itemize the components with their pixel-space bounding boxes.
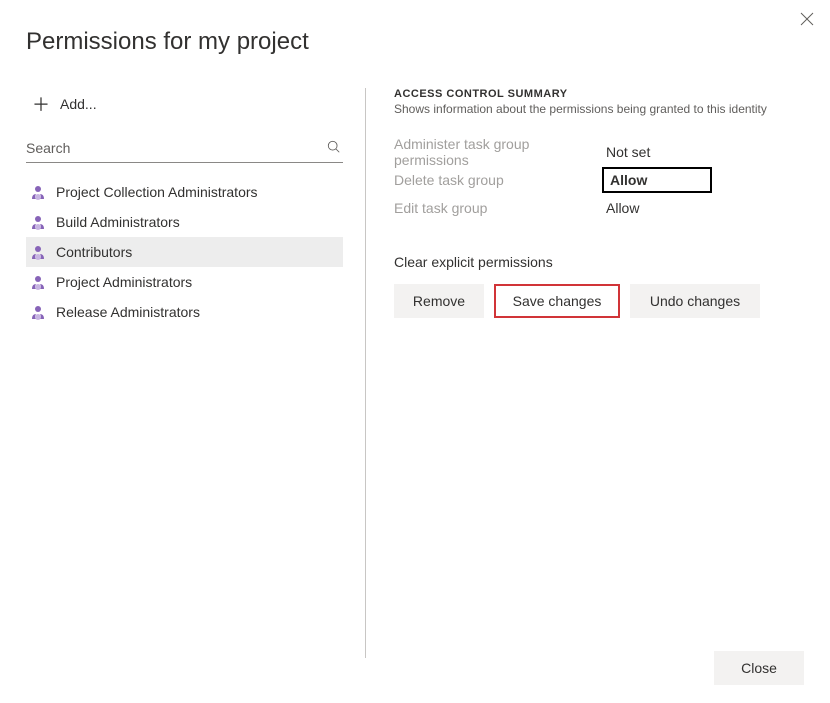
group-icon <box>30 304 46 320</box>
right-panel: ACCESS CONTROL SUMMARY Shows information… <box>366 88 830 658</box>
group-item-project-administrators[interactable]: Project Administrators <box>26 267 343 297</box>
group-item-build-administrators[interactable]: Build Administrators <box>26 207 343 237</box>
group-item-label: Release Administrators <box>56 304 200 320</box>
close-icon[interactable] <box>800 12 816 28</box>
search-field-wrap <box>26 136 343 163</box>
group-icon <box>30 244 46 260</box>
add-button-label: Add... <box>60 96 97 112</box>
group-icon <box>30 184 46 200</box>
remove-button[interactable]: Remove <box>394 284 484 318</box>
group-list: Project Collection Administrators Build … <box>26 177 343 327</box>
clear-explicit-permissions-label: Clear explicit permissions <box>394 254 802 270</box>
permission-label: Administer task group permissions <box>394 136 602 168</box>
permission-rows: Administer task group permissions Not se… <box>394 138 802 222</box>
add-button[interactable]: ＋ Add... <box>26 88 343 120</box>
access-control-summary-heading: ACCESS CONTROL SUMMARY <box>394 88 802 100</box>
group-item-contributors[interactable]: Contributors <box>26 237 343 267</box>
permission-value[interactable]: Not set <box>602 144 654 160</box>
group-icon <box>30 214 46 230</box>
group-item-project-collection-administrators[interactable]: Project Collection Administrators <box>26 177 343 207</box>
page-title: Permissions for my project <box>0 0 830 56</box>
permission-row-administer: Administer task group permissions Not se… <box>394 138 802 166</box>
group-item-release-administrators[interactable]: Release Administrators <box>26 297 343 327</box>
footer: Close <box>714 651 804 685</box>
plus-icon: ＋ <box>32 91 50 117</box>
permission-row-edit: Edit task group Allow <box>394 194 802 222</box>
group-item-label: Contributors <box>56 244 132 260</box>
permission-row-delete: Delete task group Allow <box>394 166 802 194</box>
group-item-label: Project Collection Administrators <box>56 184 258 200</box>
permission-select[interactable]: Allow <box>602 167 712 193</box>
permission-label: Edit task group <box>394 200 602 216</box>
close-button[interactable]: Close <box>714 651 804 685</box>
group-icon <box>30 274 46 290</box>
access-control-summary-subtitle: Shows information about the permissions … <box>394 102 802 116</box>
button-row: Remove Save changes Undo changes <box>394 284 802 318</box>
permission-value[interactable]: Allow <box>602 200 643 216</box>
save-changes-button[interactable]: Save changes <box>494 284 620 318</box>
search-input[interactable] <box>26 140 343 156</box>
group-item-label: Project Administrators <box>56 274 192 290</box>
search-icon <box>327 140 341 154</box>
left-panel: ＋ Add... Project Collection Administrato… <box>0 88 365 658</box>
permission-label: Delete task group <box>394 172 602 188</box>
undo-changes-button[interactable]: Undo changes <box>630 284 760 318</box>
group-item-label: Build Administrators <box>56 214 180 230</box>
